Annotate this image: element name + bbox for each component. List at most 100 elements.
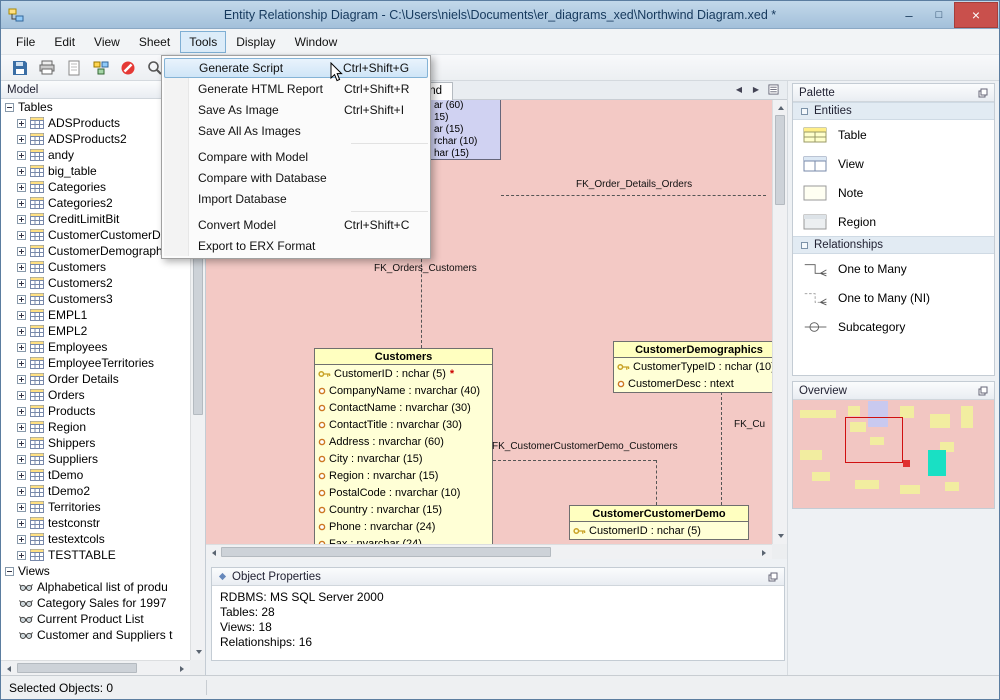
model-tree-hscrollbar[interactable] [1,660,190,675]
expand-icon[interactable] [17,518,26,528]
expand-icon[interactable] [17,550,26,560]
er-field[interactable]: Phone : nvarchar (24) [315,518,492,535]
scroll-thumb[interactable] [17,663,137,673]
new-page-button[interactable] [64,58,84,78]
expand-icon[interactable] [17,214,26,224]
tree-item-table[interactable]: tDemo2 [1,483,190,499]
menu-item[interactable]: Sheet [130,31,179,53]
tree-item-table[interactable]: EmployeeTerritories [1,355,190,371]
tree-item-table[interactable]: tDemo [1,467,190,483]
tab-list-icon[interactable] [767,84,779,95]
palette-item[interactable]: One to Many (NI) [793,283,994,312]
expand-icon[interactable] [17,390,26,400]
er-table[interactable]: CustomerCustomerDemo CustomerID : nchar … [569,505,749,540]
tree-item-table[interactable]: Shippers [1,435,190,451]
expand-icon[interactable] [17,486,26,496]
menu-option[interactable]: Generate Script Ctrl+Shift+G [164,58,428,78]
scroll-right-icon[interactable] [757,545,772,560]
er-field[interactable]: CustomerID : nchar (5) * [315,365,492,382]
er-table-header[interactable]: Customers [315,349,492,365]
menu-option[interactable]: Compare with Database [164,167,428,188]
float-panel-button[interactable] [768,572,778,582]
tree-item-view[interactable]: Alphabetical list of produ [1,579,190,595]
er-field[interactable]: CustomerID : nchar (5) [570,522,748,539]
fk-label[interactable]: FK_Orders_Customers [374,263,477,274]
tree-item-table[interactable]: Products [1,403,190,419]
tree-item-table[interactable]: testextcols [1,531,190,547]
expand-icon[interactable] [17,342,26,352]
er-field[interactable]: Country : nvarchar (15) [315,501,492,518]
scroll-thumb[interactable] [221,547,551,557]
expand-icon[interactable] [17,534,26,544]
fk-label[interactable]: FK_Order_Details_Orders [576,179,692,190]
tab-scroll-left-icon[interactable]: ◀ [733,85,745,94]
tree-item-table[interactable]: Customers3 [1,291,190,307]
er-field[interactable]: PostalCode : nvarchar (10) [315,484,492,501]
collapse-icon[interactable] [5,102,14,112]
tree-item-table[interactable]: EMPL1 [1,307,190,323]
er-field[interactable]: CustomerTypeID : nchar (10) [614,358,772,375]
canvas-vscrollbar[interactable] [772,100,787,544]
palette-item[interactable]: View [793,149,994,178]
menu-option[interactable]: Compare with Model [164,146,428,167]
forbid-button[interactable] [118,58,138,78]
expand-icon[interactable] [17,326,26,336]
palette-item[interactable]: Table [793,120,994,149]
expand-icon[interactable] [17,406,26,416]
tree-node-views[interactable]: Views [1,563,190,579]
diagram-button[interactable] [91,58,111,78]
er-table[interactable]: CustomerDemographics CustomerTypeID : nc… [613,341,772,393]
expand-icon[interactable] [17,262,26,272]
expand-icon[interactable] [17,422,26,432]
close-button[interactable]: × [954,2,998,28]
expand-icon[interactable] [17,294,26,304]
expand-icon[interactable] [17,166,26,176]
tree-item-table[interactable]: Order Details [1,371,190,387]
expand-icon[interactable] [17,278,26,288]
er-field[interactable]: CompanyName : nvarchar (40) [315,382,492,399]
er-field[interactable]: CustomerDesc : ntext [614,375,772,392]
expand-icon[interactable] [17,310,26,320]
er-field[interactable]: City : nvarchar (15) [315,450,492,467]
menu-item[interactable]: Tools [180,30,227,53]
menu-item[interactable]: Display [227,31,284,53]
expand-icon[interactable] [17,150,26,160]
menu-item[interactable]: File [7,31,44,53]
tree-item-table[interactable]: Customers2 [1,275,190,291]
menu-option[interactable]: Save As Image Ctrl+Shift+I [164,99,428,120]
fk-label[interactable]: FK_CustomerCustomerDemo_Customers [492,441,678,452]
expand-icon[interactable] [17,358,26,368]
er-table[interactable]: Customers CustomerID : nchar (5) * Company… [314,348,493,544]
tree-item-table[interactable]: Orders [1,387,190,403]
scroll-up-icon[interactable] [773,100,788,115]
expand-icon[interactable] [17,246,26,256]
scroll-thumb[interactable] [775,115,785,205]
er-field[interactable]: ContactName : nvarchar (30) [315,399,492,416]
canvas-hscrollbar[interactable] [206,544,772,559]
tree-item-table[interactable]: Territories [1,499,190,515]
expand-icon[interactable] [17,182,26,192]
expand-icon[interactable] [17,134,26,144]
float-panel-button[interactable] [978,386,988,396]
tree-item-view[interactable]: Category Sales for 1997 [1,595,190,611]
menu-option[interactable]: Save All As Images [164,120,428,141]
palette-item[interactable]: Subcategory [793,312,994,341]
expand-icon[interactable] [17,502,26,512]
er-field[interactable]: Address : nvarchar (60) [315,433,492,450]
palette-item[interactable]: One to Many [793,254,994,283]
er-field[interactable]: ContactTitle : nvarchar (30) [315,416,492,433]
scroll-left-icon[interactable] [206,545,221,560]
menu-option[interactable]: Export to ERX Format [164,235,428,256]
titlebar[interactable]: Entity Relationship Diagram - C:\Users\n… [1,1,999,29]
menu-option[interactable]: Convert Model Ctrl+Shift+C [164,214,428,235]
palette-section-entities[interactable]: Entities [793,102,994,120]
menu-item[interactable]: Window [286,31,347,53]
minimize-button[interactable]: – [894,2,924,28]
scroll-right-icon[interactable] [175,661,190,676]
tree-item-table[interactable]: EMPL2 [1,323,190,339]
collapse-icon[interactable] [5,566,14,576]
tree-item-table[interactable]: Customers [1,259,190,275]
er-field[interactable]: Region : nvarchar (15) [315,467,492,484]
expand-icon[interactable] [17,470,26,480]
tree-item-table[interactable]: Employees [1,339,190,355]
